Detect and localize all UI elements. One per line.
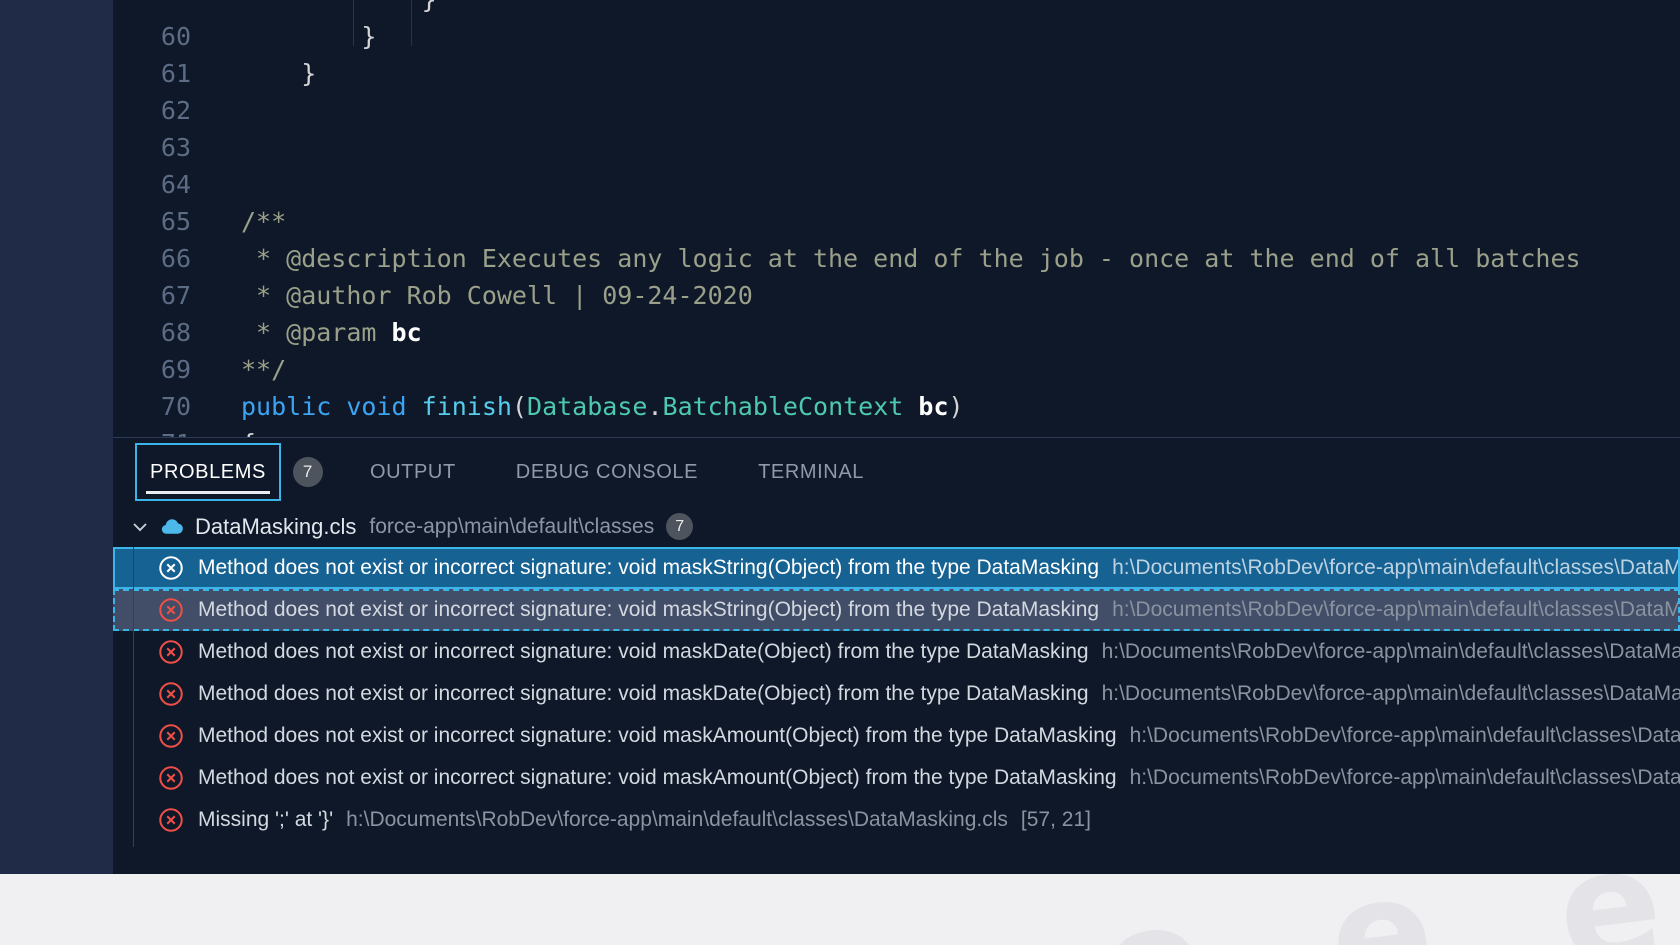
tab-output[interactable]: OUTPUT xyxy=(357,445,469,499)
error-icon xyxy=(158,555,184,581)
problem-source-path: h:\Documents\RobDev\force-app\main\defau… xyxy=(1102,640,1680,664)
problem-source-path: h:\Documents\RobDev\force-app\main\defau… xyxy=(346,808,1008,832)
problems-file-name: DataMasking.cls xyxy=(195,514,356,540)
window-left-margin xyxy=(0,0,113,874)
tab-terminal[interactable]: TERMINAL xyxy=(745,445,877,499)
code-line[interactable]: 64 xyxy=(113,166,1680,203)
problems-list: Method does not exist or incorrect signa… xyxy=(113,547,1680,841)
line-number: 66 xyxy=(113,240,191,277)
error-icon xyxy=(158,765,184,791)
code-line[interactable]: 66 * @description Executes any logic at … xyxy=(113,240,1680,277)
problem-row[interactable]: Method does not exist or incorrect signa… xyxy=(113,673,1680,715)
code-line[interactable]: 61 } xyxy=(113,55,1680,92)
error-icon xyxy=(158,807,184,833)
code-line-text: public void finish(Database.BatchableCon… xyxy=(191,388,964,425)
line-number: 68 xyxy=(113,314,191,351)
line-number: 67 xyxy=(113,277,191,314)
code-line[interactable]: 67 * @author Rob Cowell | 09-24-2020 xyxy=(113,277,1680,314)
line-number: 69 xyxy=(113,351,191,388)
line-number: 65 xyxy=(113,203,191,240)
error-icon xyxy=(158,597,184,623)
code-line-text xyxy=(191,129,241,166)
code-line-text: * @param bc xyxy=(191,314,422,351)
problems-count-badge: 7 xyxy=(293,457,323,487)
line-number xyxy=(113,0,191,18)
background-letter-pattern: e e e e e e e e e e e e e e xyxy=(0,874,1680,945)
code-line-text xyxy=(191,166,241,203)
problem-source-path: h:\Documents\RobDev\force-app\main\defau… xyxy=(1130,724,1680,748)
tree-indent-guide xyxy=(133,547,134,847)
tabwrap-problems: PROBLEMS 7 xyxy=(135,443,323,501)
code-line-text: * @author Rob Cowell | 09-24-2020 xyxy=(191,277,753,314)
code-line-text: /** xyxy=(191,203,286,240)
problems-file-group-row[interactable]: DataMasking.cls force-app\main\default\c… xyxy=(113,506,1680,547)
code-line[interactable]: 63 xyxy=(113,129,1680,166)
code-line[interactable]: 62 xyxy=(113,92,1680,129)
code-line[interactable]: 60 } xyxy=(113,18,1680,55)
line-number: 71 xyxy=(113,425,191,437)
code-line[interactable]: 70public void finish(Database.BatchableC… xyxy=(113,388,1680,425)
problem-location: [57, 21] xyxy=(1021,808,1091,832)
tab-output-label: OUTPUT xyxy=(370,461,456,484)
file-error-count-badge: 7 xyxy=(666,513,693,540)
window-main: }60 }61 }62636465/**66 * @description Ex… xyxy=(113,0,1680,874)
tab-problems-label: PROBLEMS xyxy=(150,461,266,484)
problem-source-path: h:\Documents\RobDev\force-app\main\defau… xyxy=(1112,556,1680,580)
line-number: 63 xyxy=(113,129,191,166)
problem-message: Method does not exist or incorrect signa… xyxy=(198,724,1117,748)
line-number: 70 xyxy=(113,388,191,425)
problem-row[interactable]: Method does not exist or incorrect signa… xyxy=(113,589,1680,631)
code-line-text: } xyxy=(191,18,376,55)
problem-message: Method does not exist or incorrect signa… xyxy=(198,640,1089,664)
problem-message: Method does not exist or incorrect signa… xyxy=(198,598,1099,622)
line-number: 64 xyxy=(113,166,191,203)
error-icon xyxy=(158,723,184,749)
code-line-text: { xyxy=(191,425,256,437)
line-number: 61 xyxy=(113,55,191,92)
bottom-panel: PROBLEMS 7 OUTPUT DEBUG CONSOLE TERMINAL xyxy=(113,437,1680,874)
problem-message: Method does not exist or incorrect signa… xyxy=(198,556,1099,580)
problem-source-path: h:\Documents\RobDev\force-app\main\defau… xyxy=(1112,598,1680,622)
code-line[interactable]: 68 * @param bc xyxy=(113,314,1680,351)
panel-tab-bar: PROBLEMS 7 OUTPUT DEBUG CONSOLE TERMINAL xyxy=(113,438,1680,506)
tab-terminal-label: TERMINAL xyxy=(758,461,864,484)
code-line-text: **/ xyxy=(191,351,286,388)
code-line[interactable]: 69**/ xyxy=(113,351,1680,388)
code-line-text: } xyxy=(191,55,316,92)
problems-file-path: force-app\main\default\classes xyxy=(369,515,654,539)
code-line[interactable]: 71{ xyxy=(113,425,1680,437)
code-line[interactable]: 65/** xyxy=(113,203,1680,240)
apex-class-file-icon xyxy=(159,514,185,540)
code-lines: }60 }61 }62636465/**66 * @description Ex… xyxy=(113,0,1680,437)
problem-row[interactable]: Missing ';' at '}' h:\Documents\RobDev\fo… xyxy=(113,799,1680,841)
tab-debug-console-label: DEBUG CONSOLE xyxy=(516,461,698,484)
problem-message: Method does not exist or incorrect signa… xyxy=(198,766,1117,790)
error-icon xyxy=(158,681,184,707)
code-line[interactable]: } xyxy=(113,0,1680,18)
problem-source-path: h:\Documents\RobDev\force-app\main\defau… xyxy=(1130,766,1680,790)
tab-problems[interactable]: PROBLEMS xyxy=(135,443,281,501)
page-background-pattern: e e e e e e e e e e e e e e e e e e e e … xyxy=(0,874,1680,945)
problem-row[interactable]: Method does not exist or incorrect signa… xyxy=(113,631,1680,673)
chevron-down-icon[interactable] xyxy=(130,517,150,537)
problem-message: Method does not exist or incorrect signa… xyxy=(198,682,1089,706)
tab-debug-console[interactable]: DEBUG CONSOLE xyxy=(503,445,711,499)
line-number: 60 xyxy=(113,18,191,55)
error-icon xyxy=(158,639,184,665)
vscode-window: }60 }61 }62636465/**66 * @description Ex… xyxy=(0,0,1680,874)
problem-message: Missing ';' at '}' xyxy=(198,808,333,832)
code-editor[interactable]: }60 }61 }62636465/**66 * @description Ex… xyxy=(113,0,1680,437)
problem-source-path: h:\Documents\RobDev\force-app\main\defau… xyxy=(1102,682,1680,706)
code-line-text: * @description Executes any logic at the… xyxy=(191,240,1581,277)
problem-row[interactable]: Method does not exist or incorrect signa… xyxy=(113,715,1680,757)
problem-row[interactable]: Method does not exist or incorrect signa… xyxy=(113,757,1680,799)
problem-row[interactable]: Method does not exist or incorrect signa… xyxy=(113,547,1680,589)
code-line-text xyxy=(191,92,241,129)
line-number: 62 xyxy=(113,92,191,129)
code-line-text: } xyxy=(191,0,437,18)
